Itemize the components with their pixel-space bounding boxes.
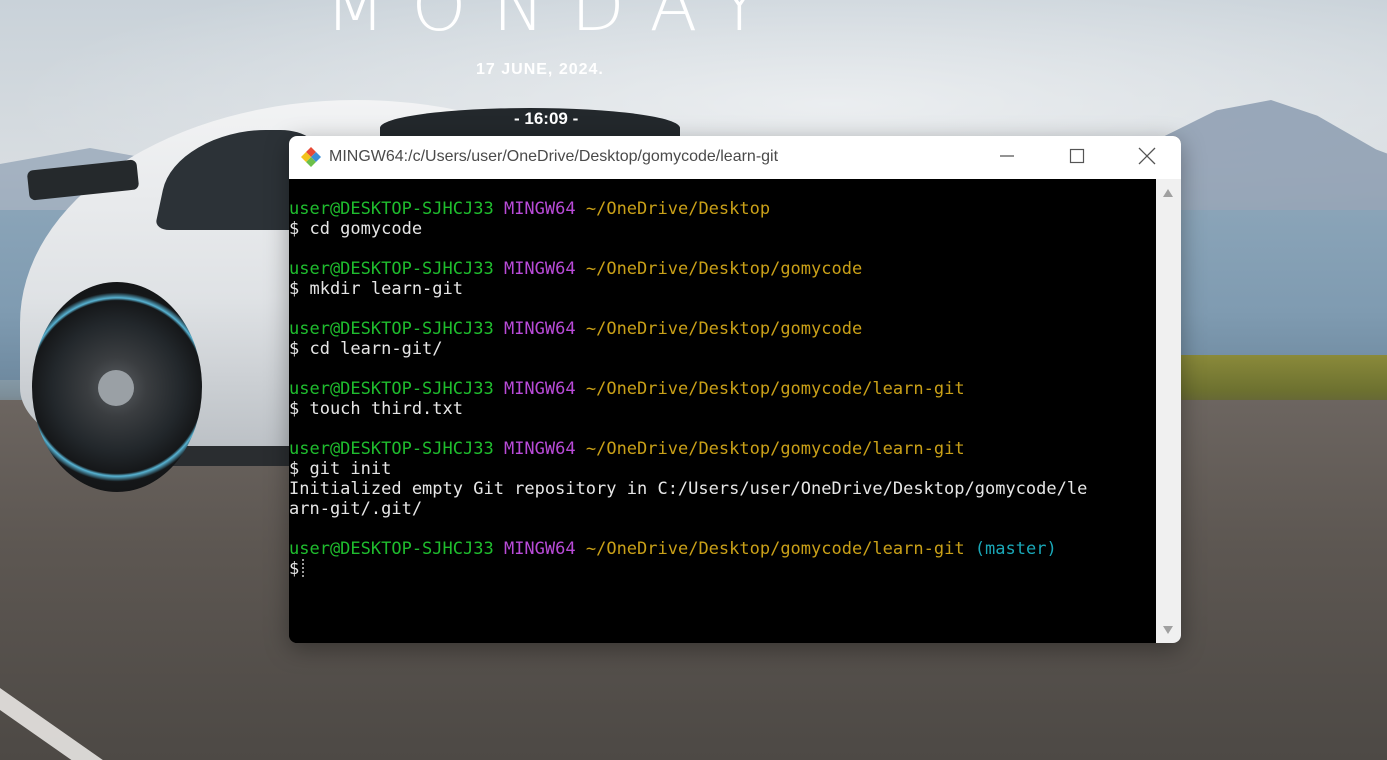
prompt-user: user@DESKTOP-SJHCJ33 [289,379,494,399]
prompt-system: MINGW64 [503,259,576,279]
prompt-symbol: $ [289,559,300,579]
prompt-line: user@DESKTOP-SJHCJ33 MINGW64 ~/OneDrive/… [289,439,1087,459]
prompt-path: ~/OneDrive/Desktop/gomycode [585,319,863,339]
prompt-line: user@DESKTOP-SJHCJ33 MINGW64 ~/OneDrive/… [289,539,1087,559]
prompt-user: user@DESKTOP-SJHCJ33 [289,539,494,559]
prompt-path: ~/OneDrive/Desktop/gomycode/learn-git [585,379,965,399]
prompt-system: MINGW64 [503,199,576,219]
clock-time: - 16:09 - [514,109,579,128]
clock-date: 17 JUNE, 2024. [476,61,604,78]
command-line: $ touch third.txt [289,399,463,419]
prompt-path: ~/OneDrive/Desktop/gomycode/learn-git [585,439,965,459]
prompt-path: ~/OneDrive/Desktop/gomycode [585,259,863,279]
window-title: MINGW64:/c/Users/user/OneDrive/Desktop/g… [329,148,779,165]
git-bash-icon[interactable] [299,145,323,169]
prompt-system: MINGW64 [503,539,576,559]
command-line: $ cd learn-git/ [289,339,443,359]
active-prompt-line[interactable]: $ [289,559,1087,579]
minimize-icon [999,148,1015,168]
prompt-system: MINGW64 [503,379,576,399]
close-icon [1138,147,1156,169]
prompt-system: MINGW64 [503,319,576,339]
prompt-user: user@DESKTOP-SJHCJ33 [289,199,494,219]
prompt-user: user@DESKTOP-SJHCJ33 [289,439,494,459]
command-line: $ cd gomycode [289,219,423,239]
prompt-line: user@DESKTOP-SJHCJ33 MINGW64 ~/OneDrive/… [289,319,1087,339]
terminal-output[interactable]: user@DESKTOP-SJHCJ33 MINGW64 ~/OneDrive/… [289,179,1156,643]
prompt-user: user@DESKTOP-SJHCJ33 [289,319,494,339]
git-branch: (master) [974,539,1057,559]
terminal-window[interactable]: MINGW64:/c/Users/user/OneDrive/Desktop/g… [289,136,1181,643]
vertical-scrollbar[interactable] [1156,179,1181,643]
prompt-path: ~/OneDrive/Desktop [585,199,771,219]
minimize-button[interactable] [972,136,1042,179]
prompt-system: MINGW64 [503,439,576,459]
scroll-down-icon[interactable] [1163,626,1173,634]
command-line: $ git init [289,459,392,479]
maximize-icon [1069,148,1085,168]
output-line: arn-git/.git/ [289,499,423,519]
prompt-line: user@DESKTOP-SJHCJ33 MINGW64 ~/OneDrive/… [289,379,1087,399]
maximize-button[interactable] [1042,136,1112,179]
prompt-line: user@DESKTOP-SJHCJ33 MINGW64 ~/OneDrive/… [289,259,1087,279]
output-line: Initialized empty Git repository in C:/U… [289,479,1088,499]
command-line: $ mkdir learn-git [289,279,463,299]
text-cursor [302,559,306,577]
close-button[interactable] [1112,136,1181,179]
scroll-up-icon[interactable] [1163,189,1173,197]
prompt-line: user@DESKTOP-SJHCJ33 MINGW64 ~/OneDrive/… [289,199,1087,219]
prompt-path: ~/OneDrive/Desktop/gomycode/learn-git [585,539,965,559]
clock-day: MONDAY [325,0,787,47]
prompt-user: user@DESKTOP-SJHCJ33 [289,259,494,279]
wallpaper-car-wheel-hub [98,370,134,406]
title-bar[interactable]: MINGW64:/c/Users/user/OneDrive/Desktop/g… [289,136,1181,179]
